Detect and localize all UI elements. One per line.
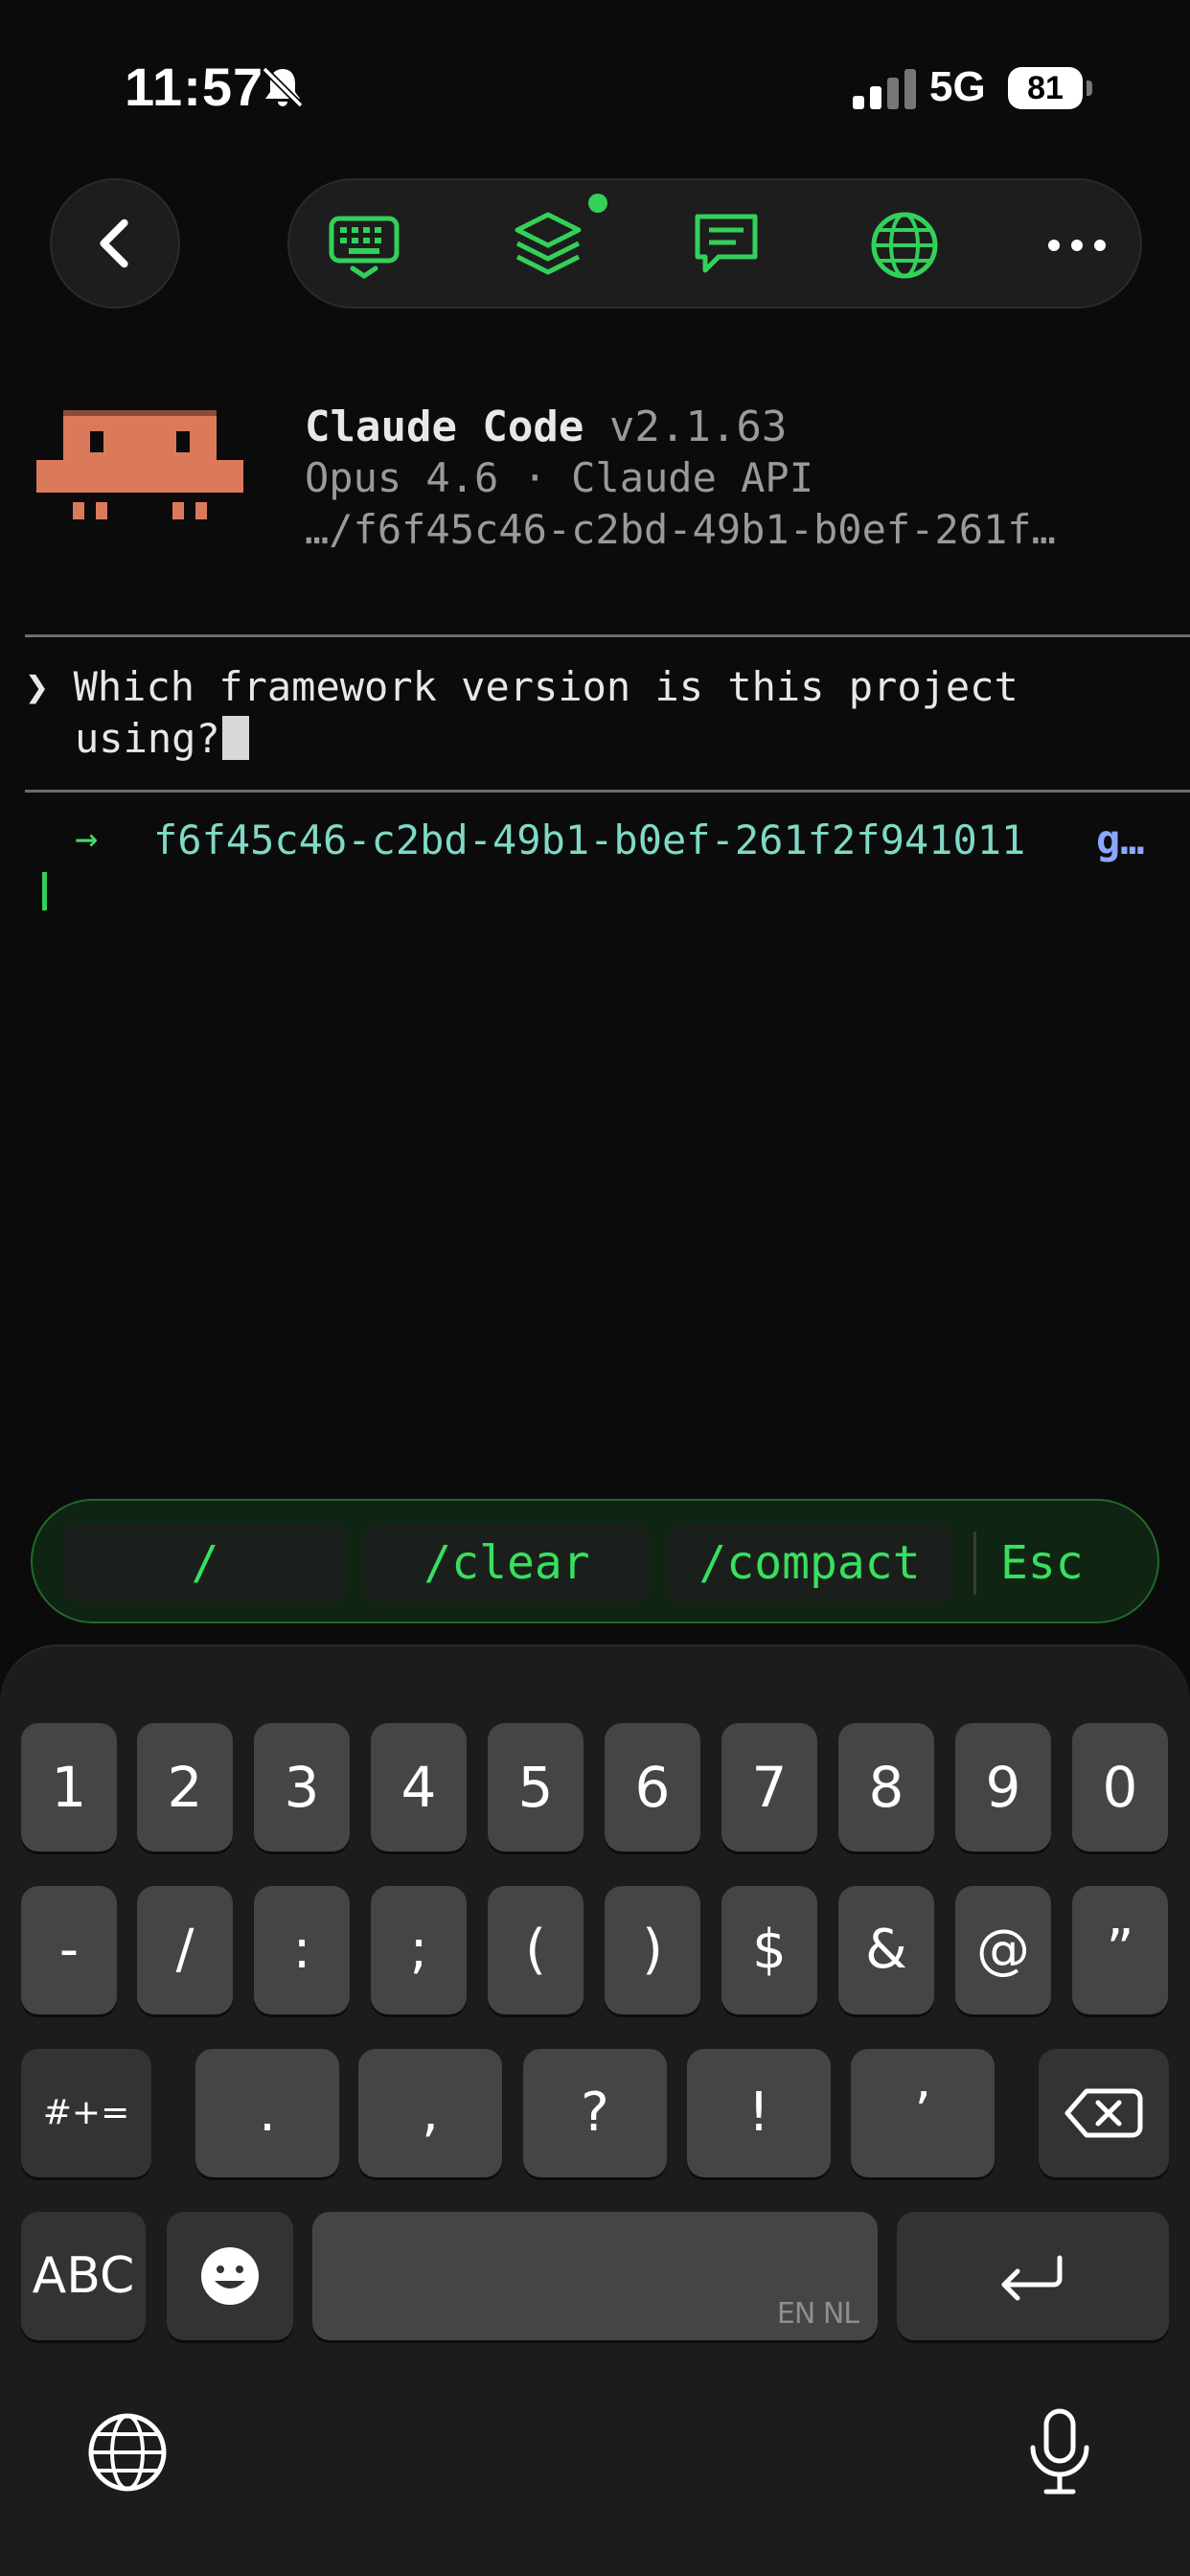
delete-key[interactable] [1039,2049,1169,2177]
battery-cap [1087,80,1092,96]
emoji-icon [201,2247,259,2305]
key-close-paren[interactable]: ) [605,1886,700,2014]
prompt-line-2: using? [75,715,220,762]
keyboard: 1 2 3 4 5 6 7 8 9 0 - / : ; ( ) $ & @ ” … [0,1644,1190,2576]
delete-icon [1064,2088,1143,2138]
key-3[interactable]: 3 [254,1723,350,1852]
app-title: Claude Code v2.1.63 [305,402,787,451]
globe-icon[interactable] [868,209,941,282]
layers-icon[interactable] [512,209,584,282]
prompt-chevron: ❯ [25,663,50,710]
key-quote[interactable]: ” [1072,1886,1168,2014]
git-label: g… [1096,816,1145,863]
globe-keyboard-icon[interactable] [84,2409,171,2496]
emoji-key[interactable] [167,2212,293,2340]
key-hyphen[interactable]: - [21,1886,117,2014]
shortcut-bar: / /clear /compact Esc [31,1499,1159,1623]
network-label: 5G [929,63,986,110]
return-icon [1001,2255,1063,2301]
abc-key[interactable]: ABC [21,2212,146,2340]
key-5[interactable]: 5 [488,1723,584,1852]
space-language-label: EN NL [776,2297,859,2331]
toolbar [287,178,1142,309]
prompt-input[interactable]: ❯ Which framework version is this projec… [25,661,1018,765]
key-6[interactable]: 6 [605,1723,700,1852]
return-key[interactable] [897,2212,1169,2340]
app-version: v2.1.63 [608,402,788,451]
bell-slash-icon [262,66,304,108]
branch-id: f6f45c46-c2bd-49b1-b0ef-261f2f941011 [153,816,1026,863]
key-dollar[interactable]: $ [721,1886,817,2014]
back-button[interactable] [50,178,180,309]
arrow-icon: → [75,816,99,861]
text-cursor [221,716,249,760]
shortcut-slash-button[interactable]: / [63,1524,347,1602]
chevron-left-icon [100,218,128,268]
key-0[interactable]: 0 [1072,1723,1168,1852]
app-name: Claude Code [305,402,584,451]
shortcut-clear-button[interactable]: /clear [364,1524,650,1602]
notification-dot [588,194,607,213]
key-1[interactable]: 1 [21,1723,117,1852]
terminal-caret [42,872,47,910]
key-ampersand[interactable]: & [838,1886,934,2014]
key-more-symbols[interactable]: #+= [21,2049,151,2177]
signal-icon [853,69,916,109]
key-4[interactable]: 4 [371,1723,467,1852]
key-7[interactable]: 7 [721,1723,817,1852]
divider [25,634,1190,637]
shortcut-separator [973,1531,976,1595]
key-exclamation[interactable]: ! [687,2049,831,2177]
key-apostrophe[interactable]: ’ [851,2049,995,2177]
key-semicolon[interactable]: ; [371,1886,467,2014]
space-key[interactable]: EN NL [312,2212,878,2340]
key-open-paren[interactable]: ( [488,1886,584,2014]
divider [25,790,1190,793]
model-line: Opus 4.6 · Claude API [305,454,814,501]
key-question[interactable]: ? [523,2049,667,2177]
prompt-line-1: Which framework version is this project [73,663,1018,710]
claude-mascot-icon [36,410,243,519]
battery-indicator: 81 [1008,67,1083,109]
keyboard-icon[interactable] [328,209,400,282]
status-time: 11:57 [125,57,264,117]
key-at[interactable]: @ [955,1886,1051,2014]
key-2[interactable]: 2 [137,1723,233,1852]
shortcut-compact-button[interactable]: /compact [667,1524,952,1602]
more-icon[interactable] [1041,209,1113,282]
key-slash[interactable]: / [137,1886,233,2014]
key-colon[interactable]: : [254,1886,350,2014]
shortcut-esc-button[interactable]: Esc [991,1524,1157,1602]
key-8[interactable]: 8 [838,1723,934,1852]
microphone-icon[interactable] [1019,2405,1100,2501]
message-icon[interactable] [690,209,763,282]
key-period[interactable]: . [195,2049,339,2177]
key-9[interactable]: 9 [955,1723,1051,1852]
path-line: …/f6f45c46-c2bd-49b1-b0ef-261f… [305,506,1056,553]
key-comma[interactable]: , [358,2049,502,2177]
